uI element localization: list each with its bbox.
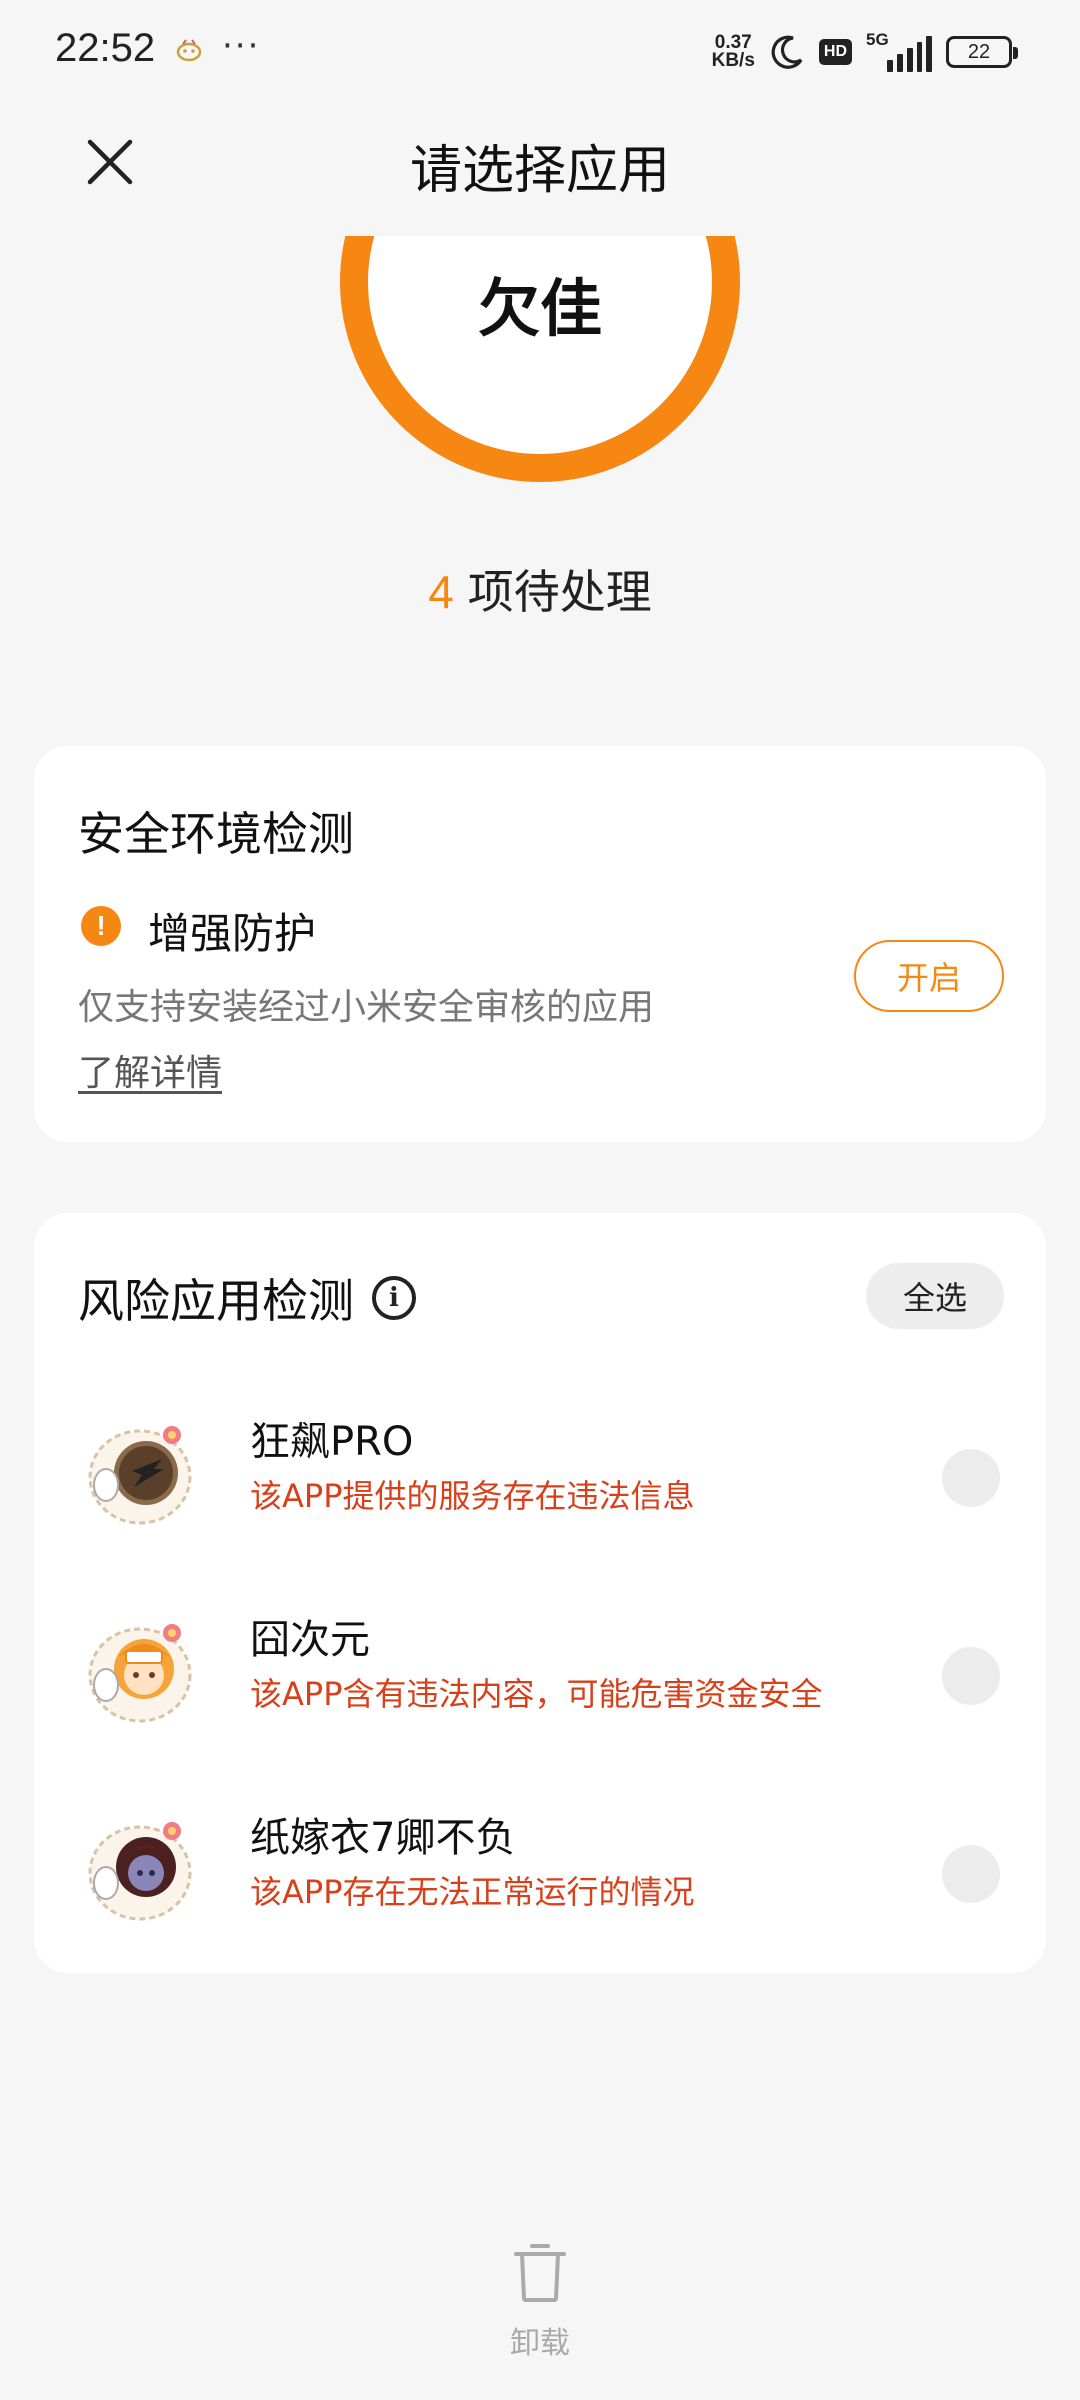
signal-icon: 5G bbox=[866, 30, 932, 72]
header: 请选择应用 bbox=[0, 110, 1080, 210]
app-warning: 该APP提供的服务存在违法信息 bbox=[250, 1477, 695, 1515]
status-icons: 0.37 KB/s HD 5G 22 bbox=[711, 28, 1018, 76]
pending-count: 4 项待处理 bbox=[0, 556, 1080, 622]
notification-app-icon bbox=[176, 39, 202, 62]
risk-apps-header: 风险应用检测 i bbox=[78, 1265, 416, 1331]
uninstall-label: 卸载 bbox=[510, 2326, 570, 2361]
score-gauge: 欠佳 bbox=[0, 236, 1080, 516]
score-label: 欠佳 bbox=[477, 272, 602, 345]
security-env-title: 安全环境检测 bbox=[78, 807, 354, 861]
more-notifications-icon: ··· bbox=[222, 26, 261, 66]
enable-button[interactable]: 开启 bbox=[854, 940, 1004, 1012]
risk-apps-card: 风险应用检测 i 全选 狂飙PRO 该APP提供的服务存在违法信息 囧次元 该A… bbox=[34, 1213, 1046, 1973]
risk-app-row[interactable]: 囧次元 该APP含有违法内容，可能危害资金安全 bbox=[34, 1573, 1046, 1753]
app-warning: 该APP存在无法正常运行的情况 bbox=[250, 1873, 695, 1911]
app-icon-zhijiayi bbox=[88, 1822, 192, 1921]
risk-app-row[interactable]: 狂飙PRO 该APP提供的服务存在违法信息 bbox=[34, 1375, 1046, 1555]
status-time: 22:52 bbox=[55, 26, 156, 70]
info-icon[interactable]: i bbox=[372, 1276, 416, 1320]
status-bar: 22:52 ··· 0.37 KB/s HD 5G 22 bbox=[0, 0, 1080, 104]
trash-icon bbox=[514, 2244, 566, 2302]
page-title: 请选择应用 bbox=[409, 141, 670, 201]
app-name: 纸嫁衣7卿不负 bbox=[250, 1815, 516, 1861]
app-warning: 该APP含有违法内容，可能危害资金安全 bbox=[250, 1675, 823, 1713]
learn-more-link[interactable]: 了解详情 bbox=[78, 1044, 222, 1096]
moon-icon bbox=[771, 35, 803, 69]
security-env-card: 安全环境检测 ! 增强防护 仅支持安装经过小米安全审核的应用 了解详情 开启 bbox=[34, 746, 1046, 1142]
app-name: 狂飙PRO bbox=[250, 1419, 414, 1465]
enhanced-protection-title: 增强防护 bbox=[148, 909, 317, 958]
app-icon-kuangbiao bbox=[88, 1426, 192, 1525]
security-check-page: 22:52 ··· 0.37 KB/s HD 5G 22 请选择应用 欠佳 4 … bbox=[0, 0, 1080, 2400]
app-select-checkbox[interactable] bbox=[942, 1647, 1000, 1705]
battery-icon: 22 bbox=[946, 36, 1018, 68]
app-select-checkbox[interactable] bbox=[942, 1845, 1000, 1903]
risk-app-row[interactable]: 纸嫁衣7卿不负 该APP存在无法正常运行的情况 bbox=[34, 1771, 1046, 1951]
warning-icon: ! bbox=[81, 906, 121, 946]
uninstall-button[interactable]: 卸载 bbox=[490, 2240, 590, 2361]
network-speed: 0.37 KB/s bbox=[711, 32, 755, 71]
app-name: 囧次元 bbox=[250, 1617, 370, 1663]
pending-text: 项待处理 bbox=[467, 565, 652, 619]
hd-badge: HD bbox=[818, 39, 852, 65]
app-icon-jiongciyuan bbox=[88, 1624, 192, 1723]
enhanced-protection-desc: 仅支持安装经过小米安全审核的应用 bbox=[78, 987, 655, 1028]
select-all-button[interactable]: 全选 bbox=[866, 1263, 1004, 1329]
pending-number: 4 bbox=[428, 566, 454, 618]
risk-apps-title: 风险应用检测 bbox=[78, 1274, 354, 1328]
app-select-checkbox[interactable] bbox=[942, 1449, 1000, 1507]
